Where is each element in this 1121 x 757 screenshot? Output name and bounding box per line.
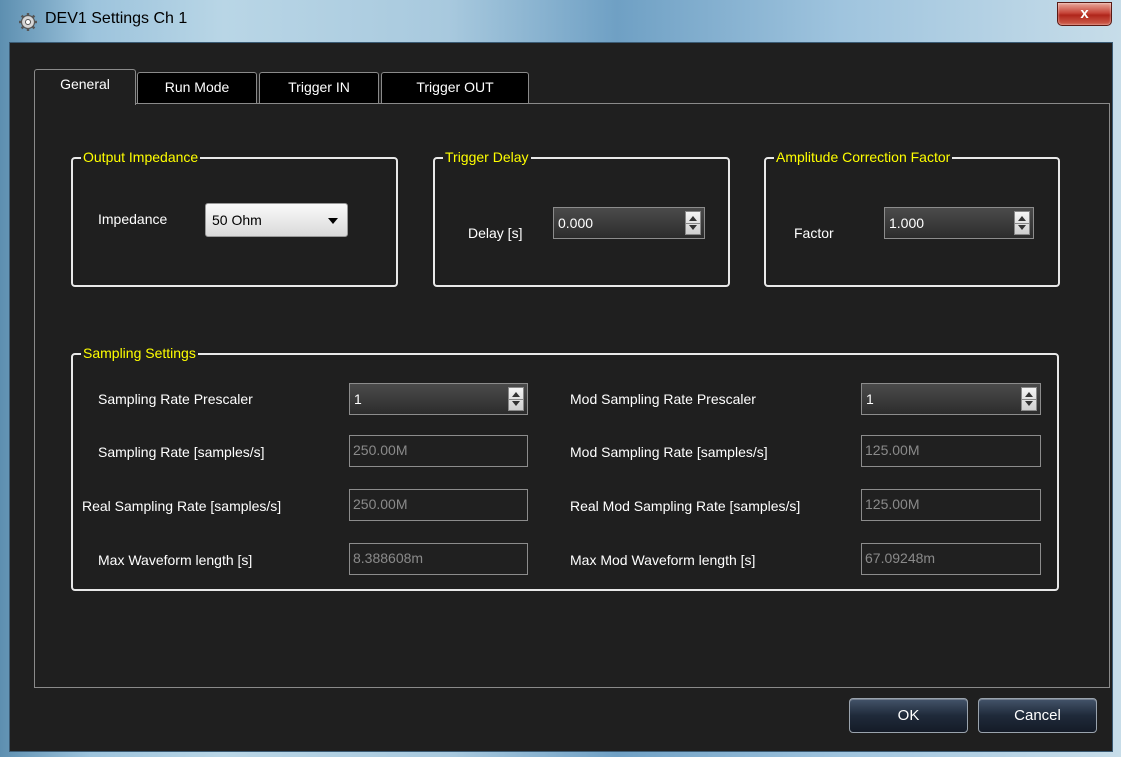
group-title: Output Impedance <box>81 149 201 165</box>
spin-arrows-icon[interactable] <box>508 387 524 411</box>
max-mod-waveform-length-label: Max Mod Waveform length [s] <box>570 552 756 568</box>
max-waveform-length-label: Max Waveform length [s] <box>98 552 253 568</box>
mod-sampling-rate-label: Mod Sampling Rate [samples/s] <box>570 444 768 460</box>
real-mod-sampling-rate-label: Real Mod Sampling Rate [samples/s] <box>570 498 801 514</box>
cancel-button[interactable]: Cancel <box>978 698 1097 733</box>
max-waveform-length-field: 8.388608m <box>349 543 528 575</box>
spin-arrows-icon[interactable] <box>685 211 701 235</box>
sampling-rate-label: Sampling Rate [samples/s] <box>98 444 265 460</box>
real-mod-sampling-rate-value: 125.00M <box>865 496 920 512</box>
impedance-dropdown[interactable]: 50 Ohm <box>205 203 348 237</box>
ok-button[interactable]: OK <box>849 698 968 733</box>
settings-window: DEV1 Settings Ch 1 x General Run Mode Tr… <box>0 0 1121 757</box>
impedance-label: Impedance <box>98 211 168 227</box>
factor-spinbox[interactable]: 1.000 <box>884 207 1034 239</box>
factor-value: 1.000 <box>889 215 925 231</box>
max-waveform-length-value: 8.388608m <box>353 550 424 566</box>
max-mod-waveform-length-field: 67.09248m <box>861 543 1041 575</box>
sampling-rate-value: 250.00M <box>353 442 408 458</box>
sampling-rate-field: 250.00M <box>349 435 528 467</box>
impedance-value: 50 Ohm <box>212 212 262 228</box>
mod-sampling-rate-prescaler-value: 1 <box>866 391 874 407</box>
sampling-rate-prescaler-spinbox[interactable]: 1 <box>349 383 528 415</box>
sampling-rate-prescaler-value: 1 <box>354 391 362 407</box>
window-title: DEV1 Settings Ch 1 <box>45 10 188 27</box>
mod-sampling-rate-prescaler-spinbox[interactable]: 1 <box>861 383 1041 415</box>
delay-label: Delay [s] <box>468 225 523 241</box>
title-bar[interactable]: DEV1 Settings Ch 1 x <box>0 0 1121 42</box>
chevron-down-icon <box>328 218 338 224</box>
real-sampling-rate-label: Real Sampling Rate [samples/s] <box>82 498 282 514</box>
gear-icon <box>19 13 37 31</box>
real-sampling-rate-field: 250.00M <box>349 489 528 521</box>
delay-value: 0.000 <box>558 215 594 231</box>
tab-general[interactable]: General <box>34 69 136 105</box>
spin-arrows-icon[interactable] <box>1014 211 1030 235</box>
tab-trigger-out[interactable]: Trigger OUT <box>381 72 529 103</box>
tab-trigger-in[interactable]: Trigger IN <box>259 72 379 103</box>
sampling-rate-prescaler-label: Sampling Rate Prescaler <box>98 391 253 407</box>
close-button[interactable]: x <box>1057 2 1112 26</box>
mod-sampling-rate-prescaler-label: Mod Sampling Rate Prescaler <box>570 391 756 407</box>
mod-sampling-rate-value: 125.00M <box>865 442 920 458</box>
dialog-body: General Run Mode Trigger IN Trigger OUT … <box>9 42 1113 752</box>
factor-label: Factor <box>794 225 834 241</box>
delay-spinbox[interactable]: 0.000 <box>553 207 705 239</box>
group-title: Trigger Delay <box>443 149 531 165</box>
group-title: Sampling Settings <box>81 345 198 361</box>
max-mod-waveform-length-value: 67.09248m <box>865 550 936 566</box>
tab-run-mode[interactable]: Run Mode <box>137 72 257 103</box>
real-mod-sampling-rate-field: 125.00M <box>861 489 1041 521</box>
mod-sampling-rate-field: 125.00M <box>861 435 1041 467</box>
group-title: Amplitude Correction Factor <box>774 149 953 165</box>
spin-arrows-icon[interactable] <box>1021 387 1037 411</box>
real-sampling-rate-value: 250.00M <box>353 496 408 512</box>
